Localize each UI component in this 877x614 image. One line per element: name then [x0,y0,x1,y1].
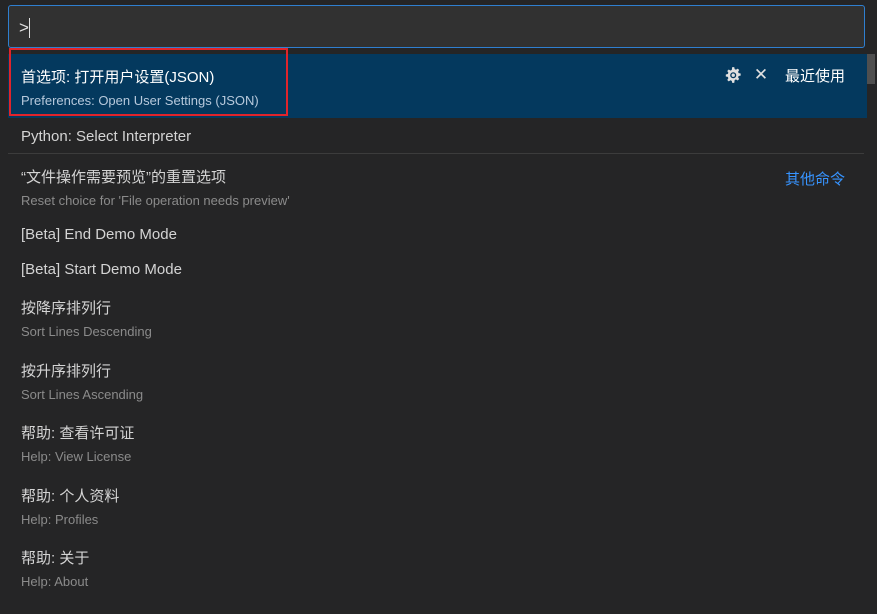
list-item[interactable]: 首选项: 打开用户设置(JSON) Preferences: Open User… [8,54,867,118]
item-title: “文件操作需要预览”的重置选项 [21,169,226,186]
item-description: Preferences: Open User Settings (JSON) [21,93,259,108]
list-item[interactable]: [Beta] Start Demo Mode [8,253,867,288]
item-title: 按降序排列行 [21,300,112,317]
text-caret [29,18,30,38]
list-item[interactable]: 帮助: 关于 Help: About [8,538,867,600]
item-actions: ✕ 最近使用 [719,64,845,86]
list-item[interactable]: Python: Select Interpreter [8,118,867,153]
item-title: 帮助: 个人资料 [21,488,120,505]
command-palette-input[interactable] [17,6,851,49]
item-description: Sort Lines Descending [21,324,152,339]
item-title: [Beta] End Demo Mode [21,226,177,243]
item-title: 按升序排列行 [21,363,112,380]
item-description: Help: Profiles [21,512,99,527]
item-description: Sort Lines Ascending [21,387,144,402]
group-separator [8,153,864,154]
item-title: 帮助: 查看许可证 [21,425,135,442]
item-title: [Beta] Start Demo Mode [21,261,182,278]
item-description: Reset choice for 'File operation needs p… [21,193,290,208]
recently-used-badge: 最近使用 [784,67,845,85]
list-item[interactable]: [Beta] End Demo Mode [8,218,867,253]
item-description: Help: View License [21,449,132,464]
close-icon[interactable]: ✕ [747,64,775,86]
item-title: 帮助: 关于 [21,550,90,567]
item-title: Python: Select Interpreter [21,128,192,145]
list-item[interactable]: “文件操作需要预览”的重置选项 Reset choice for 'File o… [8,156,867,218]
list-item[interactable]: 按降序排列行 Sort Lines Descending [8,288,867,350]
other-commands-label: 其他命令 [784,171,845,188]
list-item[interactable]: 按升序排列行 Sort Lines Ascending [8,351,867,413]
item-description: Help: About [21,574,89,589]
command-palette-input-box[interactable] [8,5,865,49]
list-item[interactable]: 帮助: 查看许可证 Help: View License [8,413,867,475]
list-item[interactable]: 帮助: 个人资料 Help: Profiles [8,476,867,538]
gear-icon[interactable] [719,64,747,86]
